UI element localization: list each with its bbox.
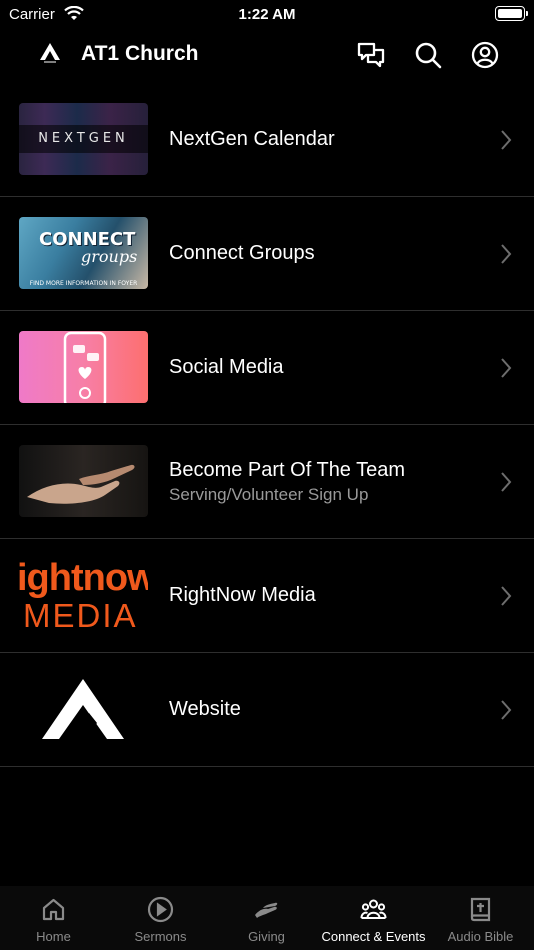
- clock: 1:22 AM: [238, 6, 296, 23]
- phone-heart-icon: [63, 331, 107, 403]
- tab-audio-bible[interactable]: Audio Bible: [427, 886, 534, 950]
- rightnow-thumbnail: ightnow MEDIA: [19, 559, 148, 631]
- rightnow-logo-text: ightnow: [19, 559, 148, 599]
- battery-icon: [495, 6, 528, 21]
- list-item-become-part-of-team[interactable]: Become Part Of The Team Serving/Voluntee…: [0, 425, 534, 539]
- row-text: Website: [169, 653, 474, 766]
- list-item-website[interactable]: Website: [0, 653, 534, 767]
- row-text: Social Media: [169, 311, 474, 424]
- tab-label: Home: [36, 929, 71, 944]
- website-thumbnail: [19, 673, 148, 745]
- row-subtitle: Serving/Volunteer Sign Up: [169, 484, 369, 504]
- connect-groups-thumbnail: CONNECT groups FIND MORE INFORMATION IN …: [19, 217, 148, 289]
- tab-sermons[interactable]: Sermons: [107, 886, 214, 950]
- tab-home[interactable]: Home: [0, 886, 107, 950]
- status-bar: Carrier 1:22 AM: [0, 0, 534, 30]
- play-icon: [147, 896, 174, 923]
- groups-thumb-text: groups: [81, 247, 138, 266]
- church-logo-icon: [42, 679, 124, 739]
- list-item-social-media[interactable]: Social Media: [0, 311, 534, 425]
- row-text: Connect Groups: [169, 197, 474, 310]
- people-icon: [360, 899, 387, 919]
- media-logo-text: MEDIA: [23, 597, 138, 631]
- row-title: Connect Groups: [169, 242, 315, 264]
- home-icon: [42, 898, 65, 921]
- social-media-thumbnail: [19, 331, 148, 403]
- tab-label: Audio Bible: [447, 929, 514, 944]
- chevron-right-icon: [501, 130, 512, 150]
- tab-bar: Home Sermons Giving Connect & Events Aud…: [0, 886, 534, 950]
- chevron-right-icon: [501, 244, 512, 264]
- row-title: Become Part Of The Team: [169, 458, 406, 481]
- tab-label: Sermons: [134, 929, 187, 944]
- tab-giving[interactable]: Giving: [213, 886, 320, 950]
- hands-image-icon: [27, 464, 135, 504]
- connect-list: NEXTGEN NextGen Calendar CONNECT groups …: [0, 83, 534, 767]
- tab-connect-events[interactable]: Connect & Events: [320, 886, 427, 950]
- chevron-right-icon: [501, 700, 512, 720]
- team-thumbnail: [19, 445, 148, 517]
- account-icon[interactable]: [470, 40, 500, 70]
- nextgen-thumbnail: NEXTGEN: [19, 103, 148, 175]
- chevron-right-icon: [501, 358, 512, 378]
- tab-label: Connect & Events: [321, 929, 426, 944]
- row-title: NextGen Calendar: [169, 128, 335, 150]
- app-header: AT1 Church: [0, 30, 534, 80]
- row-title: RightNow Media: [169, 584, 316, 606]
- tab-label: Giving: [248, 929, 285, 944]
- chevron-right-icon: [501, 472, 512, 492]
- row-title: Social Media: [169, 356, 284, 378]
- church-logo-icon: [40, 43, 60, 63]
- app-title: AT1 Church: [81, 42, 199, 65]
- row-title: Website: [169, 698, 241, 720]
- row-text: NextGen Calendar: [169, 83, 474, 196]
- nextgen-thumb-text: NEXTGEN: [38, 131, 129, 146]
- list-item-connect-groups[interactable]: CONNECT groups FIND MORE INFORMATION IN …: [0, 197, 534, 311]
- search-icon[interactable]: [413, 40, 443, 70]
- chat-icon[interactable]: [356, 40, 386, 70]
- list-item-rightnow-media[interactable]: ightnow MEDIA RightNow Media: [0, 539, 534, 653]
- row-text: Become Part Of The Team Serving/Voluntee…: [169, 425, 474, 538]
- row-text: RightNow Media: [169, 539, 474, 652]
- giving-icon: [255, 902, 278, 918]
- foyer-thumb-text: FIND MORE INFORMATION IN FOYER: [29, 280, 138, 287]
- chevron-right-icon: [501, 586, 512, 606]
- bible-icon: [470, 897, 491, 922]
- list-item-nextgen-calendar[interactable]: NEXTGEN NextGen Calendar: [0, 83, 534, 197]
